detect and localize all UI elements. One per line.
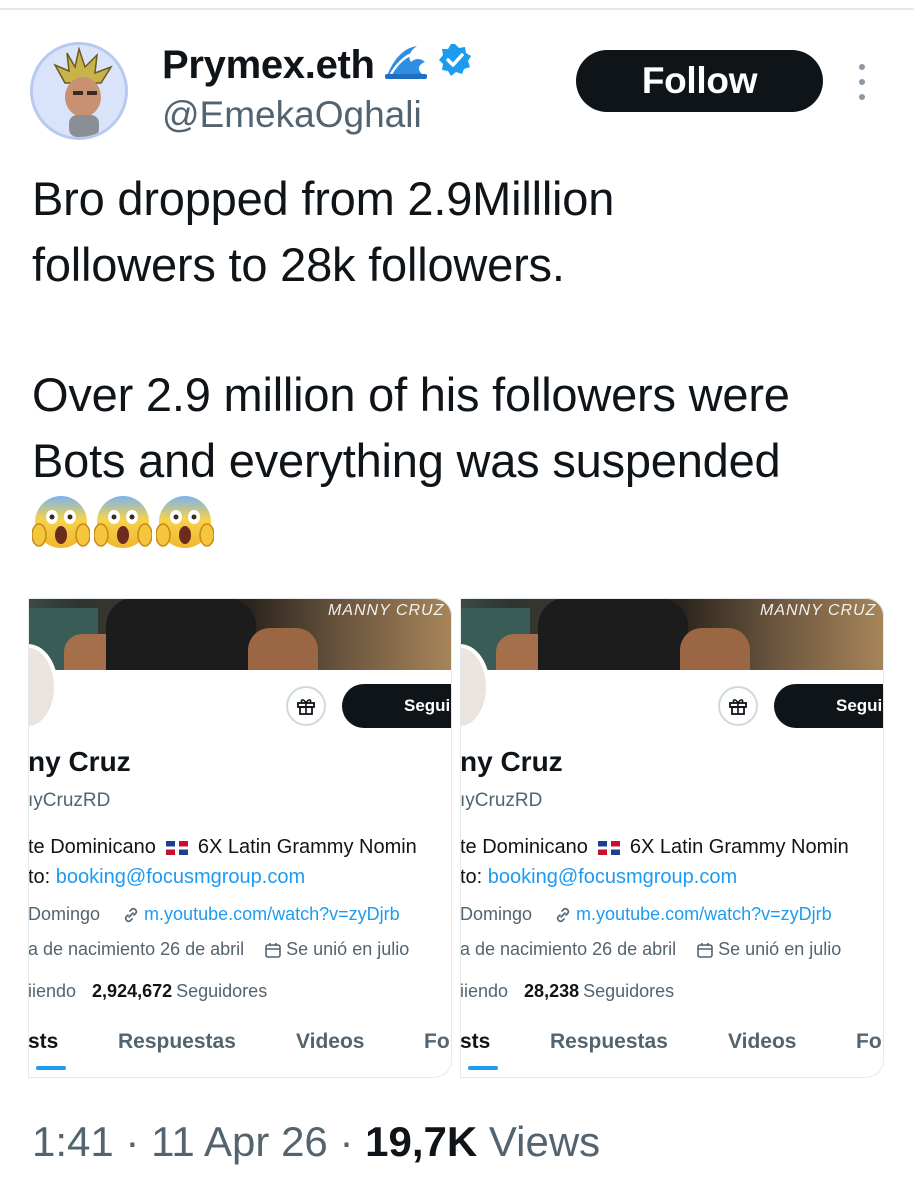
user-handle[interactable]: @EmekaOghali [162, 94, 422, 136]
profile-bio-line: to: booking@focusmgroup.com [28, 866, 305, 889]
water-wave-icon [384, 40, 427, 90]
bio-text: te Dominicano [460, 836, 588, 858]
profile-handle: ıyCruzRD [460, 790, 543, 811]
profile-location: Domingo [28, 904, 101, 924]
profile-banner: MANNY CRUZ [28, 598, 452, 670]
tweet-text: Bro dropped from 2.9Milllion followers t… [32, 166, 892, 494]
bio-text: te Dominicano [28, 836, 156, 858]
followers-label[interactable]: Seguidores [583, 981, 674, 1001]
tweet-text-line: followers to 28k followers. [32, 238, 565, 291]
avatar-illustration [33, 45, 125, 137]
follow-button[interactable]: Segui [774, 684, 884, 728]
profile-meta-line: Domingo m.youtube.com/watch?v=zyDjrb [28, 904, 400, 925]
profile-stats: iiendo 2,924,672 Seguidores [28, 981, 267, 1002]
tweet-date[interactable]: 11 Apr 26 [151, 1118, 328, 1165]
tweet-text-line: Bro dropped from 2.9Milllion [32, 172, 615, 225]
active-tab-indicator [36, 1066, 66, 1070]
bio-text: to: [28, 866, 56, 888]
bio-email-link[interactable]: booking@focusmgroup.com [56, 866, 305, 888]
profile-joined: Se unió en julio [718, 939, 842, 959]
media-image-after[interactable]: MANNY CRUZ Segui ny Cruz ıyCruzRD te Dom… [460, 598, 884, 1078]
profile-bio-line: te Dominicano 6X Latin Grammy Nomin [28, 836, 417, 859]
profile-url-link[interactable]: m.youtube.com/watch?v=zyDjrb [144, 904, 400, 925]
profile-birthdate: a de nacimiento 26 de abril [28, 939, 245, 959]
tweet-text-line: Over 2.9 million of his followers were [32, 368, 790, 421]
profile-tabs: sts Respuestas Videos Fo [28, 1030, 452, 1078]
followers-count[interactable]: 2,924,672 [92, 981, 172, 1001]
profile-name: ny Cruz [460, 746, 563, 777]
views-count[interactable]: 19,7K [365, 1118, 477, 1165]
profile-bio-line: te Dominicano 6X Latin Grammy Nomin [460, 836, 849, 859]
tab-posts[interactable]: sts [460, 1030, 490, 1054]
profile-tabs: sts Respuestas Videos Fo [460, 1030, 884, 1078]
bio-text: to: [460, 866, 488, 888]
profile-handle: ıyCruzRD [28, 790, 111, 811]
tweet-time[interactable]: 1:41 [32, 1118, 114, 1165]
profile-meta-line: a de nacimiento 26 de abril Se unió en j… [28, 939, 409, 960]
bio-text: 6X Latin Grammy Nomin [197, 836, 417, 858]
dominican-flag-icon [165, 840, 188, 855]
active-tab-indicator [468, 1066, 498, 1070]
separator: · [125, 1118, 140, 1165]
verified-badge-icon [437, 42, 473, 88]
followers-count[interactable]: 28,238 [524, 981, 579, 1001]
calendar-icon [696, 941, 714, 959]
profile-url-link[interactable]: m.youtube.com/watch?v=zyDjrb [576, 904, 832, 925]
tab-photos[interactable]: Fo [424, 1030, 450, 1054]
bio-email-link[interactable]: booking@focusmgroup.com [488, 866, 737, 888]
following-label[interactable]: iiendo [460, 981, 508, 1001]
views-label[interactable]: Views [489, 1118, 600, 1165]
media-image-before[interactable]: MANNY CRUZ Segui ny Cruz ıyCruzRD te Dom… [28, 598, 452, 1078]
profile-meta-line: a de nacimiento 26 de abril Se unió en j… [460, 939, 841, 960]
profile-name: ny Cruz [28, 746, 131, 777]
screaming-face-icon [32, 496, 90, 548]
bio-text: 6X Latin Grammy Nomin [629, 836, 849, 858]
display-name-row[interactable]: Prymex.eth [162, 40, 473, 90]
avatar[interactable] [30, 42, 128, 140]
tab-videos[interactable]: Videos [296, 1030, 364, 1054]
tab-photos[interactable]: Fo [856, 1030, 882, 1054]
tweet-text-line: Bots and everything was suspended [32, 434, 781, 487]
followers-label[interactable]: Seguidores [176, 981, 267, 1001]
tab-posts[interactable]: sts [28, 1030, 58, 1054]
profile-birthdate: a de nacimiento 26 de abril [460, 939, 677, 959]
profile-joined: Se unió en julio [286, 939, 410, 959]
gift-icon[interactable] [286, 686, 326, 726]
tab-replies[interactable]: Respuestas [118, 1030, 236, 1054]
calendar-icon [264, 941, 282, 959]
banner-brand-text: MANNY CRUZ [760, 602, 877, 619]
display-name[interactable]: Prymex.eth [162, 43, 375, 88]
separator: · [339, 1118, 354, 1165]
screaming-face-icon [94, 496, 152, 548]
gift-icon[interactable] [718, 686, 758, 726]
follow-button[interactable]: Follow [576, 50, 823, 112]
top-divider [0, 8, 914, 10]
following-label[interactable]: iiendo [28, 981, 76, 1001]
link-icon [122, 906, 140, 924]
follow-button[interactable]: Segui [342, 684, 452, 728]
screaming-face-icon [156, 496, 214, 548]
profile-location: Domingo [460, 904, 533, 924]
tab-replies[interactable]: Respuestas [550, 1030, 668, 1054]
emoji-row [32, 493, 214, 551]
tab-videos[interactable]: Videos [728, 1030, 796, 1054]
dominican-flag-icon [597, 840, 620, 855]
profile-stats: iiendo 28,238 Seguidores [460, 981, 674, 1002]
profile-banner: MANNY CRUZ [460, 598, 884, 670]
profile-bio-line: to: booking@focusmgroup.com [460, 866, 737, 889]
more-vertical-icon[interactable] [855, 64, 869, 100]
tweet-meta: 1:41 · 11 Apr 26 · 19,7K Views [32, 1118, 600, 1166]
link-icon [554, 906, 572, 924]
banner-brand-text: MANNY CRUZ [328, 602, 445, 619]
profile-meta-line: Domingo m.youtube.com/watch?v=zyDjrb [460, 904, 832, 925]
